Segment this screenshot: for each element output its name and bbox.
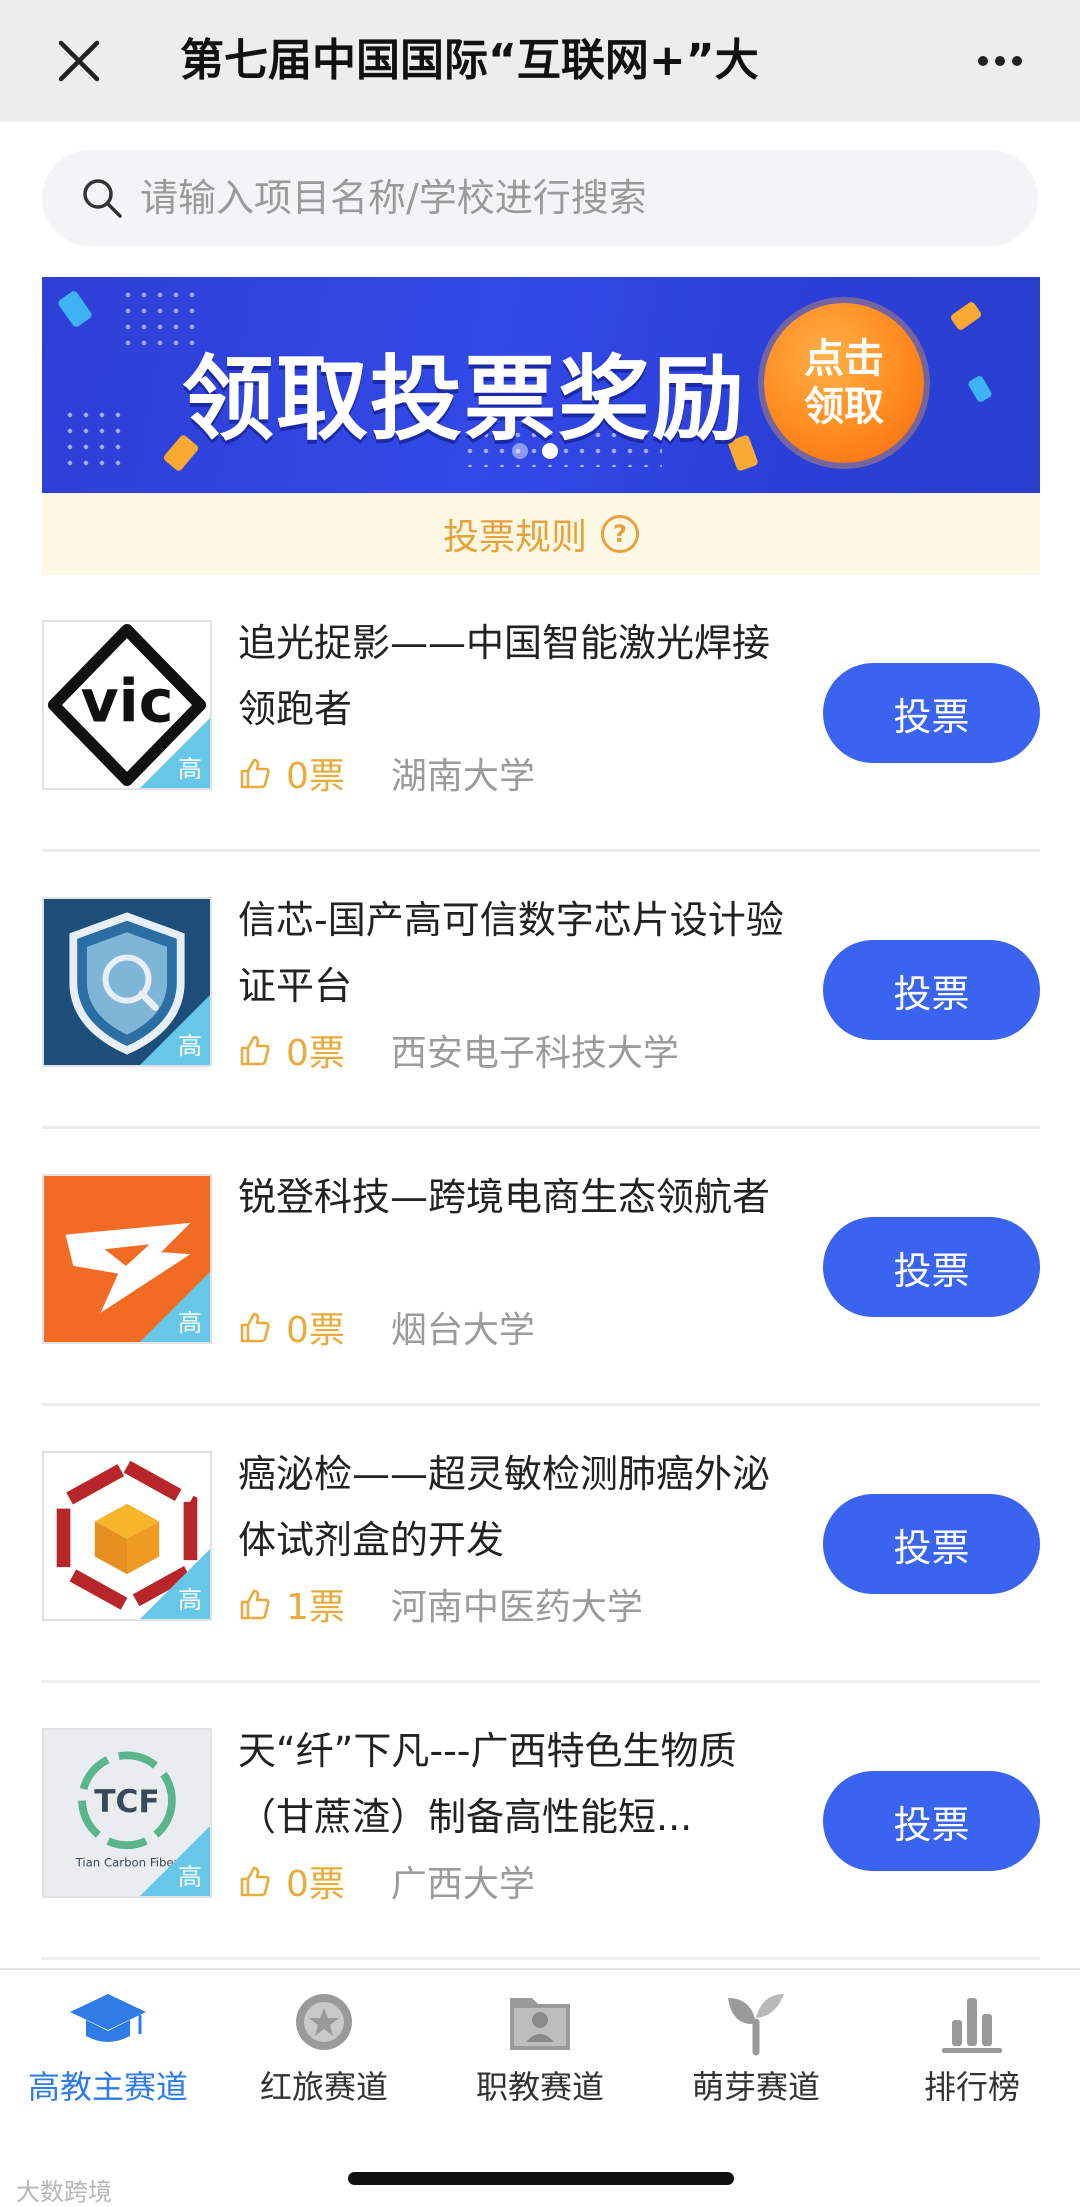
bar-chart-icon	[942, 1998, 1002, 2053]
banner-headline: 领取投票奖励	[182, 346, 747, 453]
thumbs-up-icon	[240, 1035, 270, 1066]
project-logo: TCF Tian Carbon Fiber 高	[42, 1728, 212, 1898]
more-dot-icon	[995, 56, 1005, 66]
vote-count: 0票	[286, 1864, 345, 1905]
project-logo: 高	[42, 1174, 212, 1344]
project-meta: 0票 湖南大学	[238, 745, 535, 801]
banner-claim-label: 点击领取	[804, 336, 884, 430]
banner-claim-button[interactable]: 点击领取	[764, 303, 924, 463]
project-row[interactable]: TCF Tian Carbon Fiber 高 天“纤”下凡---广西特色生物质…	[42, 1683, 1040, 1960]
tab-label: 高教主赛道	[27, 2068, 188, 2106]
project-name: 天“纤”下凡---广西特色生物质（甘蔗渣）制备高性能短...	[238, 1729, 737, 1839]
vote-button[interactable]: 投票	[823, 1217, 1040, 1317]
voting-rules-label: 投票规则	[442, 517, 587, 558]
tab-label: 职教赛道	[475, 2068, 604, 2106]
banner-dots	[62, 407, 122, 467]
close-icon	[58, 40, 100, 82]
sprout-icon	[728, 1994, 784, 2056]
vote-button[interactable]: 投票	[823, 940, 1040, 1040]
search-bar	[42, 150, 1038, 246]
category-tag-label: 高	[178, 1863, 202, 1891]
project-logo: 高	[42, 1451, 212, 1621]
project-name: 追光捉影——中国智能激光焊接领跑者	[238, 621, 771, 731]
search-icon	[83, 179, 122, 218]
tab-higher-education[interactable]: 高教主赛道	[0, 1988, 216, 2118]
project-row[interactable]: vic 高 追光捉影——中国智能激光焊接领跑者 0票 湖南大学 投票	[42, 575, 1040, 852]
school-name: 烟台大学	[390, 1310, 535, 1351]
school-name: 广西大学	[390, 1864, 535, 1905]
tab-vocational[interactable]: 职教赛道	[432, 1988, 648, 2118]
more-options-button[interactable]	[960, 30, 1040, 92]
tab-label: 排行榜	[923, 2068, 1020, 2106]
category-tag-label: 高	[178, 755, 202, 783]
home-indicator[interactable]	[348, 2172, 734, 2185]
folder-person-icon	[510, 1998, 570, 2050]
project-meta: 0票 烟台大学	[238, 1299, 535, 1355]
project-row[interactable]: 高 信芯-国产高可信数字芯片设计验证平台 0票 西安电子科技大学 投票	[42, 852, 1040, 1129]
school-name: 河南中医药大学	[390, 1587, 643, 1628]
vote-button[interactable]: 投票	[823, 1771, 1040, 1871]
vote-count: 0票	[286, 1033, 345, 1074]
project-list: vic 高 追光捉影——中国智能激光焊接领跑者 0票 湖南大学 投票 高 信芯-	[42, 575, 1040, 1960]
project-row[interactable]: 高 癌泌检——超灵敏检测肺癌外泌体试剂盒的开发 1票 河南中医药大学 投票	[42, 1406, 1040, 1683]
pager-dot-active	[542, 443, 558, 459]
category-tag: 高	[140, 995, 210, 1065]
vote-count: 0票	[286, 1310, 345, 1351]
svg-text:TCF: TCF	[94, 1784, 160, 1820]
category-tag: 高	[140, 1826, 210, 1896]
thumbs-up-icon	[240, 1866, 270, 1897]
category-tag: 高	[140, 718, 210, 788]
voting-rules-link[interactable]: 投票规则 ?	[42, 493, 1040, 575]
school-name: 湖南大学	[390, 756, 535, 797]
vote-button[interactable]: 投票	[823, 663, 1040, 763]
project-meta: 0票 广西大学	[238, 1853, 535, 1909]
thumbs-up-icon	[240, 758, 270, 789]
category-tag: 高	[140, 1549, 210, 1619]
category-tag-label: 高	[178, 1309, 202, 1337]
title-bar: 第七届中国国际“互联网+”大	[0, 0, 1080, 122]
category-tag-label: 高	[178, 1032, 202, 1060]
tab-red-tour[interactable]: 红旅赛道	[216, 1988, 432, 2118]
watermark: 大数跨境	[16, 2178, 112, 2206]
confetti-shape	[56, 289, 94, 329]
help-icon: ?	[601, 515, 639, 553]
category-tag: 高	[140, 1272, 210, 1342]
confetti-shape	[949, 300, 983, 332]
page-title: 第七届中国国际“互联网+”大	[180, 35, 759, 86]
tab-sprout[interactable]: 萌芽赛道	[648, 1988, 864, 2118]
confetti-shape	[967, 374, 993, 404]
star-badge-icon	[296, 1994, 352, 2050]
project-name: 信芯-国产高可信数字芯片设计验证平台	[238, 898, 784, 1008]
tab-label: 红旅赛道	[259, 2068, 388, 2106]
tab-leaderboard[interactable]: 排行榜	[864, 1988, 1080, 2118]
vote-count: 0票	[286, 756, 345, 797]
project-row[interactable]: 高 锐登科技—跨境电商生态领航者 0票 烟台大学 投票	[42, 1129, 1040, 1406]
more-dot-icon	[1012, 56, 1022, 66]
project-meta: 1票 河南中医药大学	[238, 1576, 643, 1632]
school-name: 西安电子科技大学	[390, 1033, 679, 1074]
pager-dot	[512, 443, 528, 459]
tab-label: 萌芽赛道	[691, 2068, 820, 2106]
reward-banner[interactable]: 领取投票奖励 点击领取	[42, 277, 1040, 493]
close-button[interactable]	[40, 26, 118, 96]
category-tag-label: 高	[178, 1586, 202, 1614]
thumbs-up-icon	[240, 1589, 270, 1620]
project-name: 癌泌检——超灵敏检测肺癌外泌体试剂盒的开发	[238, 1452, 771, 1562]
project-meta: 0票 西安电子科技大学	[238, 1022, 679, 1078]
graduation-cap-icon	[70, 1994, 146, 2042]
more-dot-icon	[978, 56, 988, 66]
vote-button[interactable]: 投票	[823, 1494, 1040, 1594]
project-logo: vic 高	[42, 620, 212, 790]
project-logo: 高	[42, 897, 212, 1067]
banner-pager	[512, 443, 558, 459]
thumbs-up-icon	[240, 1312, 270, 1343]
search-input[interactable]	[140, 176, 1000, 220]
vote-count: 1票	[286, 1587, 345, 1628]
project-name: 锐登科技—跨境电商生态领航者	[238, 1175, 771, 1219]
